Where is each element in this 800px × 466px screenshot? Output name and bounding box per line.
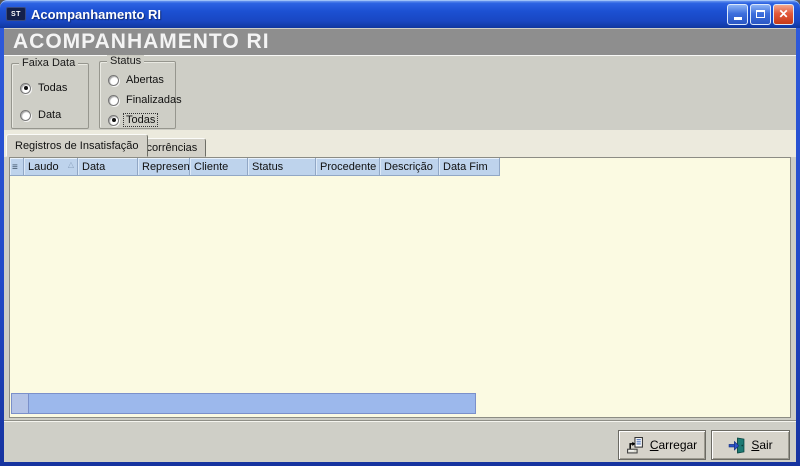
radio-label: Abertas [124,74,166,86]
button-label: Sair [751,438,772,452]
close-button[interactable]: ✕ [773,4,794,25]
column-header-procedente[interactable]: Procedente [316,158,380,176]
button-panel: Carregar Sair [4,420,796,462]
grid-header: ≡ Laudo △ Data Representar Cliente Statu… [10,158,790,176]
column-header-status[interactable]: Status [248,158,316,176]
maximize-icon [756,10,765,18]
column-header-data[interactable]: Data [78,158,138,176]
column-header-cliente[interactable]: Cliente [190,158,248,176]
column-label: Laudo [28,161,59,173]
app-icon: ST [6,7,26,21]
column-header-data-fim[interactable]: Data Fim [439,158,500,176]
grid-horizontal-scrollbar[interactable] [11,393,476,414]
grid-indicator-icon: ≡ [12,162,18,173]
exit-door-icon [728,437,745,454]
column-header-laudo[interactable]: Laudo △ [24,158,78,176]
radio-label: Todas [124,114,157,126]
radio-label: Finalizadas [124,94,184,106]
title-bar: ST Acompanhamento RI ✕ [0,0,800,28]
tab-registros-insatisfacao[interactable]: Registros de Insatisfação [6,134,148,157]
column-header-descricao[interactable]: Descrição [380,158,439,176]
radio-circle-icon [108,115,119,126]
button-label: Carregar [650,438,697,452]
minimize-button[interactable] [727,4,748,25]
radio-circle-icon [108,95,119,106]
window-title: Acompanhamento RI [31,7,161,22]
sort-ascending-icon: △ [68,161,74,169]
radio-circle-icon [20,83,31,94]
radio-label: Todas [36,82,69,94]
tab-strip: Registros de Insatisfação Ocorrências [4,130,796,157]
page-title: ACOMPANHAMENTO RI [4,29,796,56]
radio-faixa-todas[interactable]: Todas [20,82,69,94]
radio-status-abertas[interactable]: Abertas [108,74,166,86]
sair-button[interactable]: Sair [711,430,790,460]
radio-circle-icon [108,75,119,86]
scrollbar-left-button[interactable] [12,394,29,413]
radio-status-finalizadas[interactable]: Finalizadas [108,94,184,106]
radio-status-todas[interactable]: Todas [108,114,157,126]
window-controls: ✕ [727,4,794,25]
radio-faixa-data[interactable]: Data [20,109,63,121]
column-header-representar[interactable]: Representar [138,158,190,176]
client-area: ACOMPANHAMENTO RI Faixa Data Todas Data … [4,28,796,462]
scrollbar-thumb[interactable] [29,394,475,413]
radio-label: Data [36,109,63,121]
groupbox-status-legend: Status [107,55,144,67]
app-window: ST Acompanhamento RI ✕ ACOMPANHAMENTO RI… [0,0,800,466]
grid-customize-button[interactable]: ≡ [10,158,24,176]
data-grid: ≡ Laudo △ Data Representar Cliente Statu… [9,157,791,418]
groupbox-faixa-data-legend: Faixa Data [19,57,78,69]
groupbox-status: Status Abertas Finalizadas Todas [99,61,176,129]
carregar-button[interactable]: Carregar [618,430,706,460]
groupbox-faixa-data: Faixa Data Todas Data [11,63,89,129]
load-icon [627,437,644,454]
radio-circle-icon [20,110,31,121]
minimize-icon [734,17,742,20]
close-icon: ✕ [778,8,788,20]
maximize-button[interactable] [750,4,771,25]
